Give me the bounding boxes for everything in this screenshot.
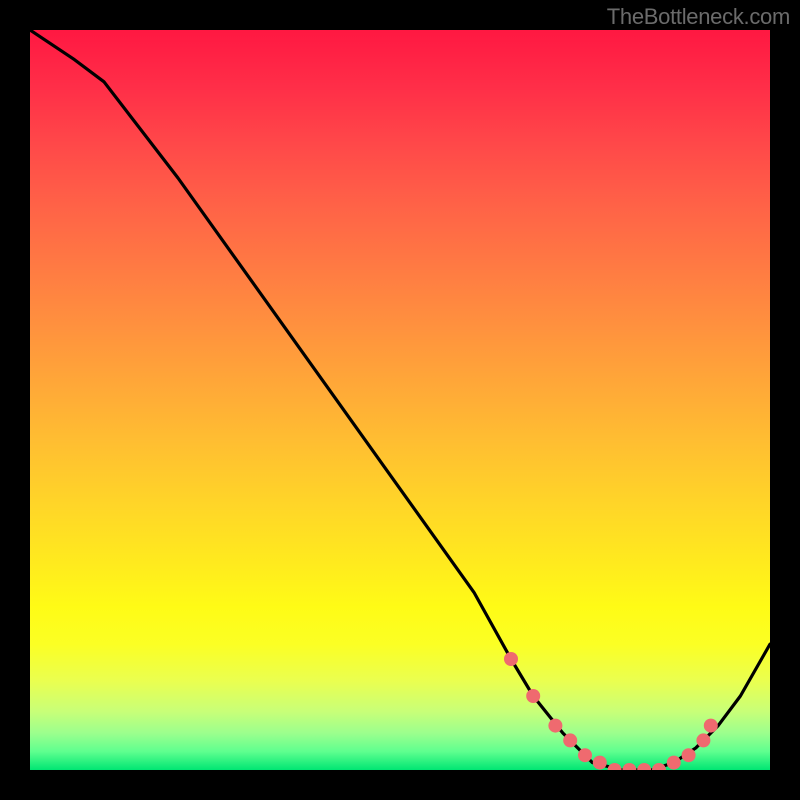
marker-dot	[608, 763, 622, 770]
plot-area	[30, 30, 770, 770]
marker-dot	[637, 763, 651, 770]
marker-dot	[622, 763, 636, 770]
watermark-text: TheBottleneck.com	[607, 4, 790, 30]
marker-dot	[593, 756, 607, 770]
marker-dot	[578, 748, 592, 762]
marker-dot	[548, 719, 562, 733]
marker-dot	[563, 733, 577, 747]
curve-path	[30, 30, 770, 770]
marker-dot	[504, 652, 518, 666]
marker-dot	[696, 733, 710, 747]
marker-dot	[667, 756, 681, 770]
bottleneck-chart	[30, 30, 770, 770]
marker-dot	[704, 719, 718, 733]
marker-group	[504, 652, 718, 770]
marker-dot	[526, 689, 540, 703]
marker-dot	[682, 748, 696, 762]
marker-dot	[652, 763, 666, 770]
